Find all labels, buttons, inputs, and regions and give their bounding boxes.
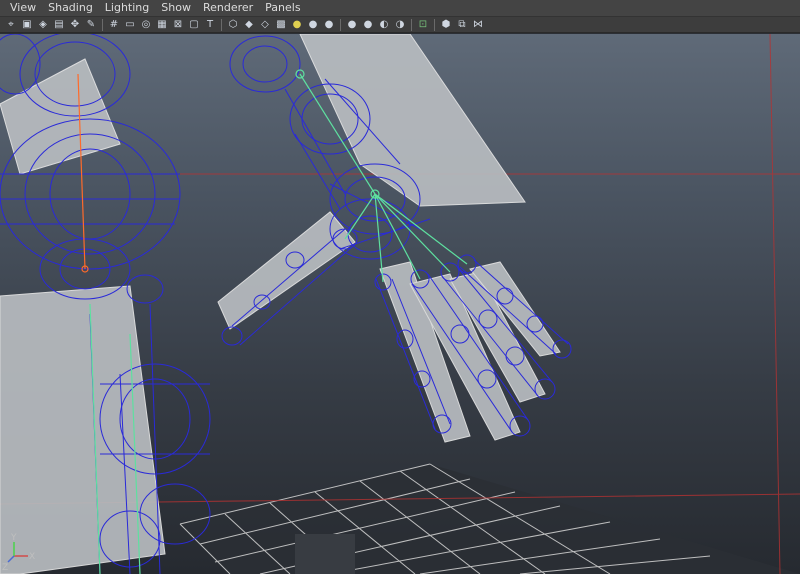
menu-show[interactable]: Show (157, 0, 195, 16)
share-icon[interactable]: ⋈ (471, 18, 485, 32)
bookmark-icon[interactable]: ◈ (36, 18, 50, 32)
screen-space-ao-icon[interactable]: ◑ (393, 18, 407, 32)
use-all-lights-icon[interactable]: ● (290, 18, 304, 32)
2d-pan-zoom-icon[interactable]: ✥ (68, 18, 82, 32)
wireframe-icon[interactable]: ⬡ (226, 18, 240, 32)
textured-icon[interactable]: ▩ (274, 18, 288, 32)
3d-viewport[interactable]: X Y Z (0, 34, 800, 574)
shadows-icon[interactable]: ● (306, 18, 320, 32)
menu-view[interactable]: View (6, 0, 40, 16)
grease-pencil-icon[interactable]: ✎ (84, 18, 98, 32)
camera-attributes-icon[interactable]: ▣ (20, 18, 34, 32)
film-gate-icon[interactable]: ▭ (123, 18, 137, 32)
panel-toolbar: ⌖ ▣ ◈ ▤ ✥ ✎ # ▭ ◎ ▦ ⊠ ▢ T ⬡ ◆ ◇ ▩ ● ● ● … (0, 17, 800, 33)
isolate-view-icon[interactable]: ⧉ (455, 18, 469, 32)
ground-grid (179, 463, 800, 574)
viewport-menubar: View Shading Lighting Show Renderer Pane… (0, 0, 800, 17)
safe-title-icon[interactable]: T (203, 18, 217, 32)
grid-icon[interactable]: # (107, 18, 121, 32)
high-quality-icon[interactable]: ● (322, 18, 336, 32)
viewport-scene: X Y Z (0, 34, 800, 574)
menu-renderer[interactable]: Renderer (199, 0, 257, 16)
wireframe-on-shaded-icon[interactable]: ◇ (258, 18, 272, 32)
safe-action-icon[interactable]: ▢ (187, 18, 201, 32)
gate-mask-icon[interactable]: ▦ (155, 18, 169, 32)
resolution-gate-icon[interactable]: ◎ (139, 18, 153, 32)
select-camera-icon[interactable]: ⌖ (4, 18, 18, 32)
axis-z-label: Z (2, 563, 8, 573)
backface-culling-icon[interactable]: ◐ (377, 18, 391, 32)
image-plane-icon[interactable]: ▤ (52, 18, 66, 32)
axis-y-label: Y (10, 533, 17, 543)
toolbar-separator (411, 18, 412, 31)
xray-active-components-icon[interactable]: ⬢ (439, 18, 453, 32)
toolbar-separator (340, 18, 341, 31)
menu-shading[interactable]: Shading (44, 0, 97, 16)
xray-icon[interactable]: ● (345, 18, 359, 32)
menu-lighting[interactable]: Lighting (101, 0, 153, 16)
axis-x-label: X (29, 552, 35, 562)
toolbar-separator (102, 18, 103, 31)
menu-panels[interactable]: Panels (261, 0, 304, 16)
smooth-shade-icon[interactable]: ◆ (242, 18, 256, 32)
isolate-select-icon[interactable]: ⊡ (416, 18, 430, 32)
xray-joints-icon[interactable]: ● (361, 18, 375, 32)
toolbar-separator (221, 18, 222, 31)
field-chart-icon[interactable]: ⊠ (171, 18, 185, 32)
toolbar-separator (434, 18, 435, 31)
